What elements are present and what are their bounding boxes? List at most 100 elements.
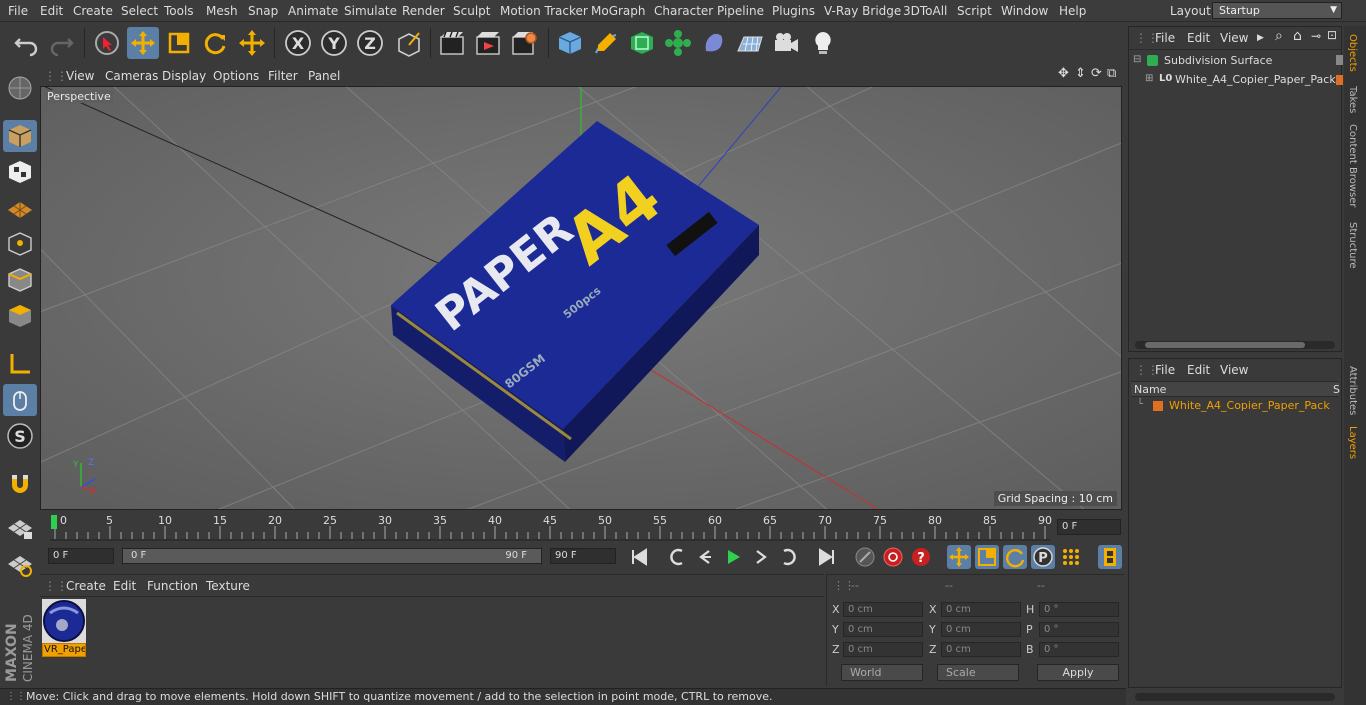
play-button[interactable]: [721, 545, 745, 569]
menu-tools[interactable]: Tools: [164, 4, 194, 18]
workplane-mode-button[interactable]: [3, 192, 37, 224]
cloner-button[interactable]: [662, 27, 694, 59]
texture-mode-button[interactable]: [3, 156, 37, 188]
preview-range-slider[interactable]: 0 F 90 F: [122, 548, 542, 564]
menu-create[interactable]: Create: [73, 4, 113, 18]
next-frame-button[interactable]: [749, 545, 773, 569]
timeline-ruler[interactable]: 0 5 10 15 20 25 30 35 40 45 50 55 60 65 …: [40, 512, 1126, 542]
key-position-button[interactable]: [947, 545, 971, 569]
viewport-menu-view[interactable]: View: [66, 69, 94, 83]
camera-button[interactable]: [770, 27, 802, 59]
record-active-objects-button[interactable]: [853, 545, 877, 569]
tab-attributes[interactable]: Attributes: [1347, 366, 1358, 415]
menu-motion-tracker[interactable]: Motion Tracker: [500, 4, 588, 18]
object-row-subdivision-surface[interactable]: ⊟ Subdivision Surface: [1133, 54, 1339, 70]
tab-content-browser[interactable]: Content Browser: [1347, 124, 1358, 207]
key-rotation-button[interactable]: [1003, 545, 1027, 569]
key-pla-button[interactable]: [1059, 545, 1083, 569]
layer-color-swatch[interactable]: [1153, 401, 1163, 411]
menu-simulate[interactable]: Simulate: [344, 4, 397, 18]
menu-mesh[interactable]: Mesh: [206, 4, 238, 18]
menu-pipeline[interactable]: Pipeline: [717, 4, 764, 18]
pos-y-field[interactable]: 0 cm: [843, 622, 923, 637]
perspective-viewport[interactable]: PAPER A4 80GSM 500pcs Y Z X Perspective …: [40, 86, 1122, 510]
rotate-tool-button[interactable]: [199, 27, 231, 59]
key-scale-button[interactable]: [975, 545, 999, 569]
points-mode-button[interactable]: [3, 228, 37, 260]
magnet-button[interactable]: [3, 468, 37, 500]
rot-b-field[interactable]: 0 °: [1039, 642, 1119, 657]
scrollbar-thumb[interactable]: [1145, 342, 1305, 348]
scale-select[interactable]: Scale: [937, 664, 1019, 681]
menu-animate[interactable]: Animate: [288, 4, 338, 18]
start-frame-field[interactable]: 0 F: [48, 548, 114, 564]
rot-h-field[interactable]: 0 °: [1039, 602, 1119, 617]
layer-color-swatch[interactable]: [1336, 75, 1343, 85]
current-frame-field[interactable]: 0 F: [1057, 519, 1121, 535]
layers-menu-view[interactable]: View: [1220, 363, 1248, 377]
world-select[interactable]: World: [841, 664, 923, 681]
menu-select[interactable]: Select: [121, 4, 158, 18]
chevron-right-icon[interactable]: ▶: [1257, 33, 1264, 43]
size-y-field[interactable]: 0 cm: [941, 622, 1021, 637]
y-axis-button[interactable]: Y: [318, 27, 350, 59]
deformer-button[interactable]: [698, 27, 730, 59]
size-z-field[interactable]: 0 cm: [941, 642, 1021, 657]
link-icon[interactable]: ⊸: [1311, 29, 1321, 43]
next-key-button[interactable]: [777, 545, 801, 569]
menu-plugins[interactable]: Plugins: [772, 4, 815, 18]
tab-structure[interactable]: Structure: [1347, 222, 1358, 269]
menu-vray-bridge[interactable]: V-Ray Bridge: [824, 4, 901, 18]
render-picture-viewer-button[interactable]: [472, 27, 504, 59]
material-menu-create[interactable]: Create: [66, 579, 106, 593]
previous-key-button[interactable]: [665, 545, 689, 569]
menu-edit[interactable]: Edit: [40, 4, 63, 18]
redo-button[interactable]: [46, 27, 78, 59]
rotate-view-icon[interactable]: ⟳: [1091, 66, 1102, 81]
live-select-button[interactable]: [91, 27, 123, 59]
apply-button[interactable]: Apply: [1037, 664, 1119, 681]
viewport-menu-filter[interactable]: Filter: [268, 69, 298, 83]
menu-window[interactable]: Window: [1001, 4, 1048, 18]
pen-button[interactable]: [590, 27, 622, 59]
home-icon[interactable]: ⌂: [1293, 28, 1302, 44]
playhead-marker[interactable]: [51, 515, 57, 529]
menu-3dtoall[interactable]: 3DToAll: [903, 4, 947, 18]
axis-mode-button[interactable]: [3, 348, 37, 380]
menu-character[interactable]: Character: [654, 4, 713, 18]
scale-tool-button[interactable]: [163, 27, 195, 59]
tab-objects[interactable]: Objects: [1347, 34, 1358, 72]
polygons-mode-button[interactable]: [3, 300, 37, 332]
edges-mode-button[interactable]: [3, 264, 37, 296]
material-menu-edit[interactable]: Edit: [113, 579, 136, 593]
floor-button[interactable]: [734, 27, 766, 59]
go-to-start-button[interactable]: [627, 545, 651, 569]
timeline-window-button[interactable]: [1098, 545, 1122, 569]
layers-menu-edit[interactable]: Edit: [1187, 363, 1210, 377]
horizontal-scrollbar[interactable]: [1135, 693, 1335, 701]
menu-help[interactable]: Help: [1059, 4, 1086, 18]
z-axis-button[interactable]: Z: [354, 27, 386, 59]
go-to-end-button[interactable]: [815, 545, 839, 569]
material-menu-texture[interactable]: Texture: [206, 579, 250, 593]
menu-script[interactable]: Script: [957, 4, 992, 18]
material-menu-function[interactable]: Function: [147, 579, 198, 593]
menu-render[interactable]: Render: [402, 4, 445, 18]
search-icon[interactable]: ⌕: [1275, 28, 1283, 44]
size-x-field[interactable]: 0 cm: [941, 602, 1021, 617]
viewport-camera-label[interactable]: Perspective: [45, 90, 113, 103]
layout-select[interactable]: Startup ▼: [1212, 2, 1342, 19]
visibility-dot[interactable]: [1336, 55, 1343, 65]
material-name-label[interactable]: VR_Paper: [42, 643, 86, 657]
light-button[interactable]: [807, 27, 839, 59]
pos-z-field[interactable]: 0 cm: [843, 642, 923, 657]
column-name[interactable]: Name: [1134, 383, 1166, 396]
menu-snap[interactable]: Snap: [248, 4, 278, 18]
recent-tools-button[interactable]: [236, 27, 268, 59]
objects-menu-view[interactable]: View: [1220, 31, 1248, 45]
rot-p-field[interactable]: 0 °: [1039, 622, 1119, 637]
tree-collapse-icon[interactable]: ⊟: [1133, 54, 1141, 65]
planar-workplane-button[interactable]: [3, 548, 37, 580]
snap-button[interactable]: S: [3, 420, 37, 452]
maximize-view-icon[interactable]: ⧉: [1107, 66, 1116, 81]
